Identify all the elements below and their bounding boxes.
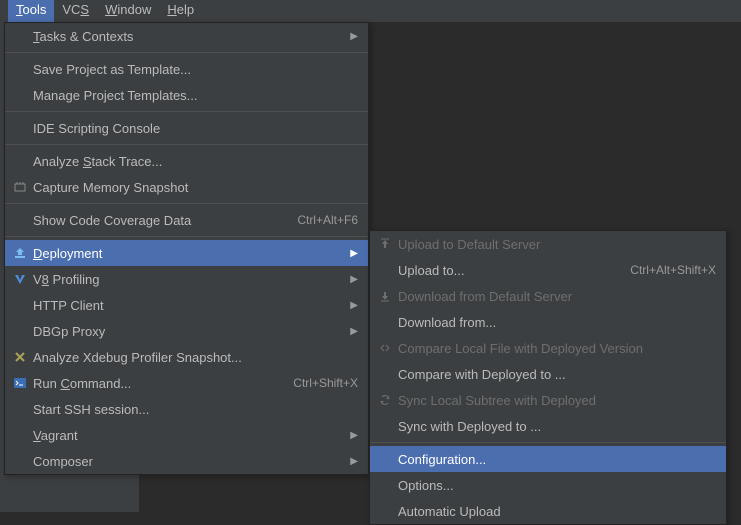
separator	[370, 442, 726, 443]
tasks-contexts[interactable]: Tasks & Contexts▶	[5, 23, 368, 49]
download-from[interactable]: Download from...	[370, 309, 726, 335]
options[interactable]: Options...	[370, 472, 726, 498]
deployment[interactable]: Deployment▶	[5, 240, 368, 266]
compare-local-file[interactable]: Compare Local File with Deployed Version	[370, 335, 726, 361]
memory-icon	[11, 178, 29, 196]
http-client[interactable]: HTTP Client▶	[5, 292, 368, 318]
upload-icon	[376, 235, 394, 253]
separator	[5, 203, 368, 204]
analyze-xdebug[interactable]: Analyze Xdebug Profiler Snapshot...	[5, 344, 368, 370]
run-command[interactable]: Run Command... Ctrl+Shift+X	[5, 370, 368, 396]
download-default-server[interactable]: Download from Default Server	[370, 283, 726, 309]
sync-deployed-to[interactable]: Sync with Deployed to ...	[370, 413, 726, 439]
analyze-stack-trace[interactable]: Analyze Stack Trace...	[5, 148, 368, 174]
manage-project-templates[interactable]: Manage Project Templates...	[5, 82, 368, 108]
sync-local-subtree[interactable]: Sync Local Subtree with Deployed	[370, 387, 726, 413]
separator	[5, 52, 368, 53]
compare-icon	[376, 339, 394, 357]
start-ssh-session[interactable]: Start SSH session...	[5, 396, 368, 422]
configuration[interactable]: Configuration...	[370, 446, 726, 472]
xdebug-icon	[11, 348, 29, 366]
show-code-coverage[interactable]: Show Code Coverage Data Ctrl+Alt+F6	[5, 207, 368, 233]
download-icon	[376, 287, 394, 305]
menu-window[interactable]: Window	[97, 0, 159, 22]
deployment-icon	[11, 244, 29, 262]
upload-default-server[interactable]: Upload to Default Server	[370, 231, 726, 257]
compare-deployed-to[interactable]: Compare with Deployed to ...	[370, 361, 726, 387]
tools-dropdown: Tasks & Contexts▶ Save Project as Templa…	[4, 22, 369, 475]
terminal-icon	[11, 374, 29, 392]
capture-memory-snapshot[interactable]: Capture Memory Snapshot	[5, 174, 368, 200]
automatic-upload[interactable]: Automatic Upload	[370, 498, 726, 524]
menubar: Tools VCS Window Help	[0, 0, 741, 22]
menu-tools[interactable]: Tools	[8, 0, 54, 22]
menu-vcs[interactable]: VCS	[54, 0, 97, 22]
separator	[5, 236, 368, 237]
deployment-submenu: Upload to Default Server Upload to... Ct…	[369, 230, 727, 525]
vagrant[interactable]: Vagrant▶	[5, 422, 368, 448]
separator	[5, 144, 368, 145]
v8-profiling[interactable]: V8 Profiling▶	[5, 266, 368, 292]
save-project-template[interactable]: Save Project as Template...	[5, 56, 368, 82]
ide-scripting-console[interactable]: IDE Scripting Console	[5, 115, 368, 141]
composer[interactable]: Composer▶	[5, 448, 368, 474]
v8-icon	[11, 270, 29, 288]
separator	[5, 111, 368, 112]
upload-to[interactable]: Upload to... Ctrl+Alt+Shift+X	[370, 257, 726, 283]
menu-help[interactable]: Help	[159, 0, 202, 22]
sync-icon	[376, 391, 394, 409]
dbgp-proxy[interactable]: DBGp Proxy▶	[5, 318, 368, 344]
